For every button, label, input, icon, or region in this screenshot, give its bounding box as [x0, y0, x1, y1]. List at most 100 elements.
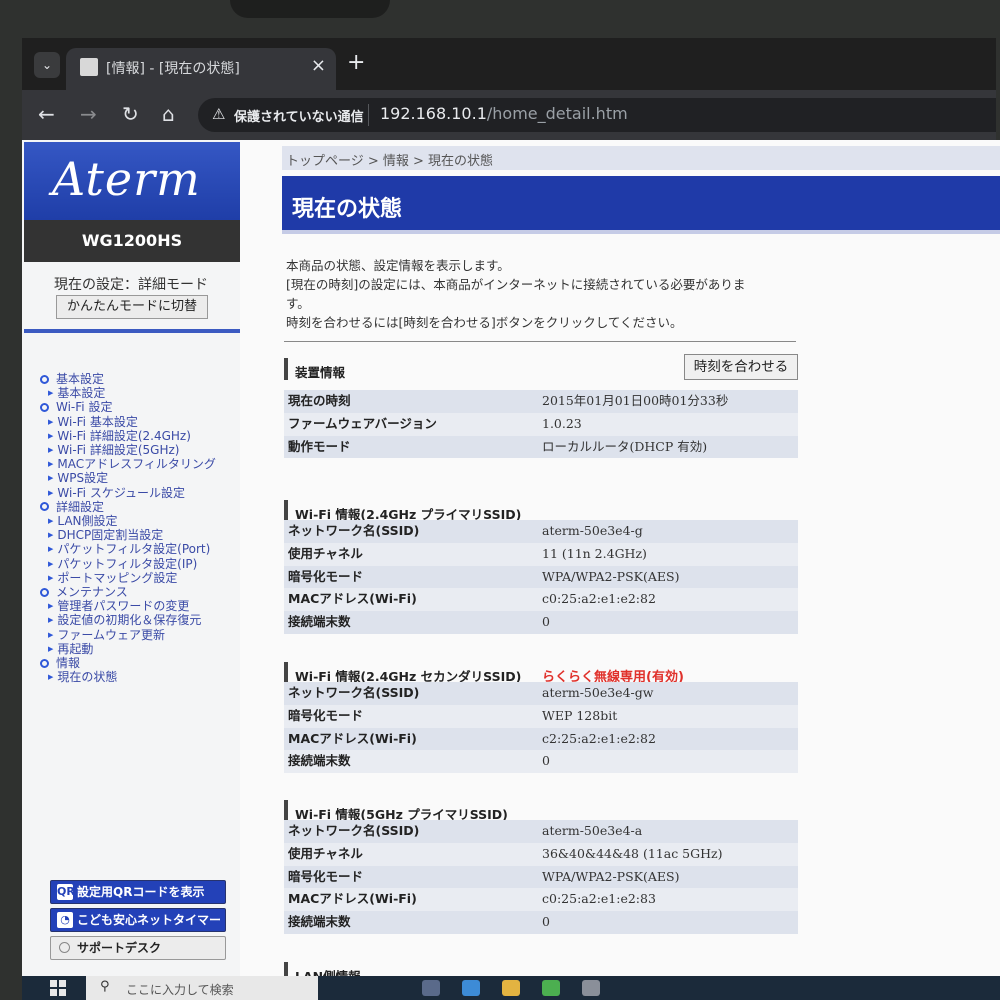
menu-item-label: ファームウェア更新 [57, 627, 166, 642]
sidebar-menu-item[interactable]: ▶ 基本設定 [40, 386, 240, 400]
intro-text: 本商品の状態、設定情報を表示します。 [現在の時刻]の設定には、本商品がインター… [286, 256, 745, 332]
sidebar-menu-item[interactable]: ▶ 設定値の初期化＆保存復元 [40, 613, 240, 627]
sidebar-menu-item[interactable]: ▶ WPS設定 [40, 471, 240, 485]
show-qr-code-button[interactable]: QR 設定用QRコードを表示 [50, 880, 226, 904]
breadcrumb-text[interactable]: トップページ > 情報 > 現在の状態 [286, 150, 493, 169]
menu-item-label: 設定値の初期化＆保存復元 [57, 613, 202, 628]
chrome-icon[interactable] [542, 980, 560, 996]
triangle-right-icon: ▶ [48, 431, 54, 440]
sidebar-menu-item[interactable]: ▶ MACアドレスフィルタリング [40, 457, 240, 471]
task-view-icon[interactable] [422, 980, 440, 996]
row-value: aterm-50e3e4-gw [542, 685, 654, 700]
bullet-icon [40, 374, 49, 384]
row-value: 1.0.23 [542, 415, 582, 431]
triangle-right-icon: ▶ [48, 417, 54, 426]
table-row: 接続端末数 0 [284, 750, 798, 774]
browser-toolbar: ← → ↻ ⌂ ⚠ 保護されていない通信 192.168.10.1/home_d… [22, 90, 996, 140]
section-heading: LAN側情報 [284, 960, 798, 976]
sidebar-menu-item[interactable]: ▶ Wi-Fi 詳細設定(5GHz) [40, 443, 240, 457]
chevron-down-icon[interactable]: ⌄ [34, 52, 60, 78]
breadcrumb: トップページ > 情報 > 現在の状態 [282, 146, 1000, 170]
row-value: 0 [542, 914, 550, 930]
model-name: WG1200HS [24, 220, 240, 262]
sync-time-button[interactable]: 時刻を合わせる [684, 354, 798, 380]
table-row: 現在の時刻 2015年01月01日00時01分33秒 [284, 390, 798, 413]
menu-group: 情報 ▶ 現在の状態 [40, 656, 240, 684]
search-placeholder: ここに入力して検索 [126, 983, 234, 997]
triangle-right-icon: ▶ [48, 446, 54, 455]
sidebar-menu-item[interactable]: ▶ ファームウェア更新 [40, 628, 240, 642]
sidebar-menu-item[interactable]: ▶ DHCP固定割当設定 [40, 528, 240, 542]
sidebar-menu-item[interactable]: ▶ 現在の状態 [40, 670, 240, 684]
section-title: 装置情報 [295, 365, 346, 380]
triangle-right-icon: ▶ [48, 545, 54, 554]
heading-bar [284, 500, 288, 522]
store-icon[interactable] [582, 980, 600, 996]
intro-line: す。 [286, 296, 310, 311]
triangle-right-icon: ▶ [48, 673, 54, 682]
security-status[interactable]: 保護されていない通信 [234, 106, 364, 125]
table-row: 使用チャネル 11 (11n 2.4GHz) [284, 542, 798, 566]
menu-group-heading[interactable]: 詳細設定 [40, 500, 240, 514]
reload-icon[interactable]: ↻ [122, 102, 139, 126]
sidebar-menu-item[interactable]: ▶ Wi-Fi スケジュール設定 [40, 486, 240, 500]
sidebar-menu-item[interactable]: ▶ 再起動 [40, 642, 240, 656]
table-row: ネットワーク名(SSID) aterm-50e3e4-a [284, 820, 798, 843]
info-table: 現在の時刻 2015年01月01日00時01分33秒 ファームウェアバージョン 1.0… [284, 390, 798, 459]
row-value: WPA/WPA2-PSK(AES) [542, 568, 680, 584]
section-heading: 装置情報 時刻を合わせる [284, 354, 798, 382]
new-tab-icon[interactable]: + [347, 52, 365, 74]
row-label: 接続端末数 [288, 614, 351, 630]
back-icon[interactable]: ← [38, 102, 55, 126]
tab-title: [情報] - [現在の状態] [106, 61, 240, 77]
sidebar-menu-item[interactable]: ▶ LAN側設定 [40, 514, 240, 528]
sidebar-menu-item[interactable]: ▶ Wi-Fi 詳細設定(2.4GHz) [40, 429, 240, 443]
menu-group: Wi-Fi 設定 ▶ Wi-Fi 基本設定 ▶ Wi-Fi 詳細設定(2.4GHz) ▶ W… [40, 400, 240, 500]
address-bar[interactable]: ⚠ 保護されていない通信 192.168.10.1/home_detail.ht… [198, 98, 996, 132]
menu-group-heading[interactable]: メンテナンス [40, 585, 240, 599]
intro-line: 時刻を合わせるには[時刻を合わせる]ボタンをクリックしてください。 [286, 315, 683, 330]
row-value: c0:25:a2:e1:e2:83 [542, 891, 656, 907]
menu-group-heading[interactable]: 情報 [40, 656, 240, 670]
sidebar-menu-item[interactable]: ▶ Wi-Fi 基本設定 [40, 415, 240, 429]
home-icon[interactable]: ⌂ [162, 102, 175, 126]
triangle-right-icon: ▶ [48, 559, 54, 568]
menu-item-label: Wi-Fi 詳細設定(5GHz) [57, 443, 180, 458]
warning-icon[interactable]: ⚠ [212, 105, 225, 123]
table-row: MACアドレス(Wi-Fi) c2:25:a2:e1:e2:82 [284, 727, 798, 751]
row-value: ローカルルータ(DHCP 有効) [542, 438, 708, 454]
main-content: トップページ > 情報 > 現在の状態 現在の状態 本商品の状態、設定情報を表示… [282, 140, 1000, 976]
table-row: 暗号化モード WPA/WPA2-PSK(AES) [284, 865, 798, 889]
row-value: 0 [542, 614, 550, 630]
menu-group-heading[interactable]: Wi-Fi 設定 [40, 400, 240, 414]
bullet-icon [40, 502, 49, 512]
switch-easy-mode-button[interactable]: かんたんモードに切替 [56, 295, 208, 319]
sidebar-menu-item[interactable]: ▶ 管理者パスワードの変更 [40, 599, 240, 613]
forward-icon[interactable]: → [80, 102, 97, 126]
triangle-right-icon: ▶ [48, 488, 54, 497]
sidebar-menu-item[interactable]: ▶ ポートマッピング設定 [40, 571, 240, 585]
url-text[interactable]: 192.168.10.1/home_detail.htm [380, 104, 628, 123]
support-desk-button[interactable]: サポートデスク [50, 936, 226, 960]
close-icon[interactable]: × [311, 55, 326, 76]
info-section: Wi-Fi 情報(2.4GHz プライマリSSID) ネットワーク名(SSID) a… [284, 498, 798, 634]
sidebar-menu-item[interactable]: ▶ パケットフィルタ設定(IP) [40, 557, 240, 571]
row-label: MACアドレス(Wi-Fi) [288, 730, 417, 746]
info-section: Wi-Fi 情報(2.4GHz セカンダリSSID) らくらく無線専用(有効) ネッ… [284, 660, 798, 774]
browser-tab[interactable]: [情報] - [現在の状態] × [66, 48, 336, 90]
menu-group-heading[interactable]: 基本設定 [40, 372, 240, 386]
qr-code-icon: QR [57, 884, 75, 900]
row-label: 暗号化モード [288, 707, 364, 723]
folder-icon[interactable] [502, 980, 520, 996]
row-value: WEP 128bit [542, 707, 618, 723]
kids-net-timer-button[interactable]: ◔ こども安心ネットタイマー [50, 908, 226, 932]
row-label: MACアドレス(Wi-Fi) [288, 591, 417, 607]
edge-icon[interactable] [462, 980, 480, 996]
url-path: /home_detail.htm [486, 104, 628, 123]
sidebar-menu-item[interactable]: ▶ パケットフィルタ設定(Port) [40, 542, 240, 556]
info-table: ネットワーク名(SSID) aterm-50e3e4-g 使用チャネル 11 (11n… [284, 520, 798, 634]
windows-icon[interactable] [50, 980, 66, 996]
taskbar-search[interactable]: ⚲ ここに入力して検索 [86, 976, 318, 1000]
menu-item-label: Wi-Fi 詳細設定(2.4GHz) [57, 428, 191, 443]
monitor-bezel-left [0, 0, 22, 1000]
